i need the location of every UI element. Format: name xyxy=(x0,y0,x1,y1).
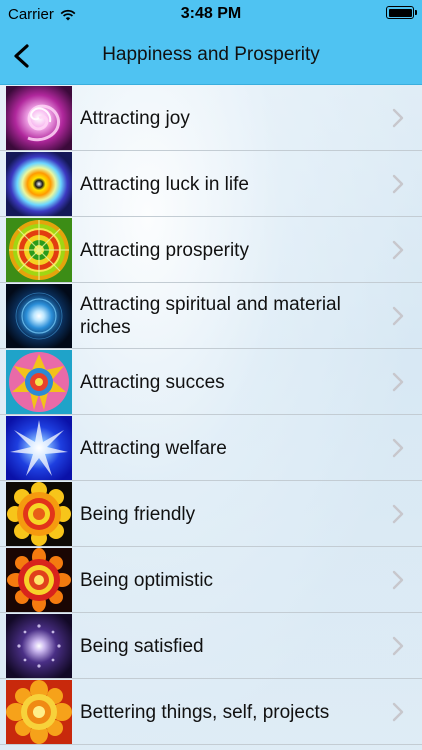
battery-icon xyxy=(386,6,417,19)
yellow-mandala-thumbnail xyxy=(6,482,72,546)
list-item[interactable]: Attracting luck in life xyxy=(0,151,422,217)
list-item-label: Attracting spiritual and material riches xyxy=(80,294,341,338)
list-item-label: Being optimistic xyxy=(80,569,214,591)
blue-light-burst-thumbnail xyxy=(6,284,72,348)
chevron-right-icon xyxy=(392,702,404,722)
chevron-right-icon xyxy=(392,438,404,458)
list-item[interactable]: Being optimistic xyxy=(0,547,422,613)
purple-sparkle-thumbnail xyxy=(6,614,72,678)
list-item-label: Attracting prosperity xyxy=(80,239,249,261)
list-item[interactable]: Attracting prosperity xyxy=(0,217,422,283)
list-item-label: Attracting succes xyxy=(80,371,225,393)
chevron-right-icon xyxy=(392,636,404,656)
pink-swirl-thumbnail xyxy=(6,86,72,150)
colorful-mandala-thumbnail xyxy=(6,350,72,414)
list-item-label: Bettering things, self, projects xyxy=(80,701,330,723)
status-time: 3:48 PM xyxy=(180,5,242,22)
chevron-right-icon xyxy=(392,174,404,194)
list-item-label: Attracting joy xyxy=(80,107,190,129)
list-item[interactable]: Attracting welfare xyxy=(0,415,422,481)
list-item-label: Attracting welfare xyxy=(80,437,227,459)
list-item-label: Attracting luck in life xyxy=(80,173,249,195)
topic-list: Attracting joy Attracting luck in life A… xyxy=(0,85,422,750)
blue-star-thumbnail xyxy=(6,416,72,480)
chevron-right-icon xyxy=(392,570,404,590)
list-item[interactable]: Being friendly xyxy=(0,481,422,547)
red-orange-mandala-thumbnail xyxy=(6,548,72,612)
navigation-bar: Happiness and Prosperity xyxy=(0,28,422,85)
status-bar: Carrier 3:48 PM xyxy=(0,0,422,28)
chevron-right-icon xyxy=(392,504,404,524)
list-item[interactable]: Attracting spiritual and material riches xyxy=(0,283,422,349)
chevron-right-icon xyxy=(392,108,404,128)
list-item[interactable]: Attracting joy xyxy=(0,85,422,151)
list-item-label: Being friendly xyxy=(80,503,196,525)
page-title: Happiness and Prosperity xyxy=(102,44,320,65)
list-item[interactable]: Attracting succes xyxy=(0,349,422,415)
chevron-right-icon xyxy=(392,240,404,260)
chevron-right-icon xyxy=(392,306,404,326)
list-item[interactable]: Being satisfied xyxy=(0,613,422,679)
list-item[interactable]: Bettering things, self, projects xyxy=(0,679,422,745)
rainbow-halo-thumbnail xyxy=(6,152,72,216)
chevron-right-icon xyxy=(392,372,404,392)
battery-group xyxy=(386,6,417,19)
green-mandala-thumbnail xyxy=(6,218,72,282)
orange-flower-mandala-thumbnail xyxy=(6,680,72,744)
list-item-label: Being satisfied xyxy=(80,635,204,657)
